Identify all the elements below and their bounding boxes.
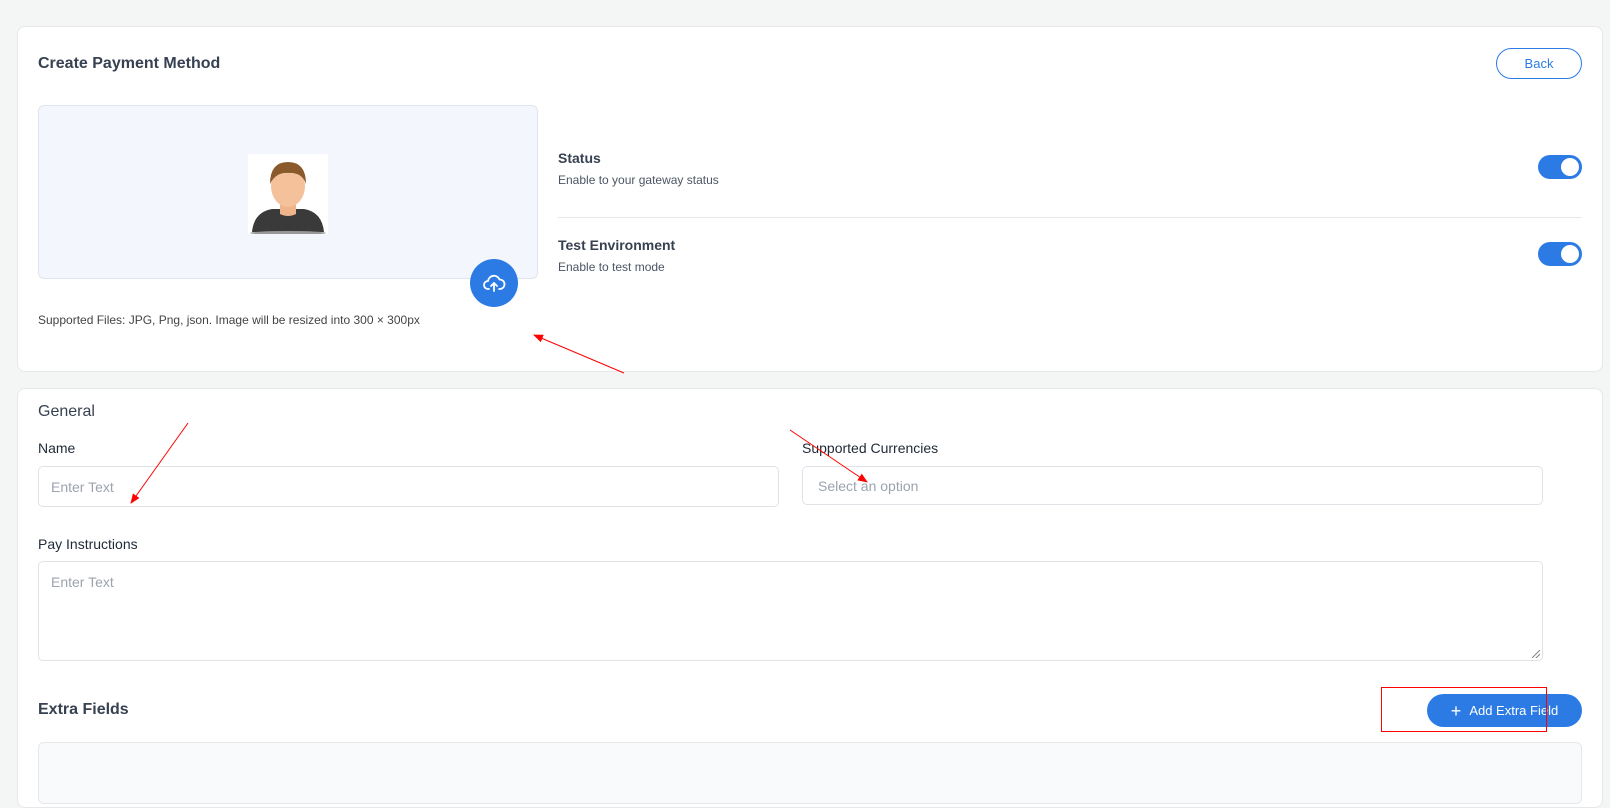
extra-fields-container: [38, 742, 1582, 804]
page-title: Create Payment Method: [38, 55, 221, 72]
upload-button[interactable]: [470, 259, 518, 307]
upload-hint: Supported Files: JPG, Png, json. Image w…: [38, 313, 420, 327]
image-upload-area[interactable]: [38, 105, 538, 279]
pay-instructions-textarea[interactable]: Enter Text: [38, 561, 1543, 661]
upload-cloud-icon: [482, 271, 506, 295]
name-label: Name: [38, 440, 76, 456]
name-input[interactable]: Enter Text: [38, 466, 779, 507]
create-payment-method-card: Create Payment Method Back Supported Fil…: [17, 26, 1603, 372]
instructions-placeholder: Enter Text: [51, 574, 114, 590]
test-environment-setting: Test Environment Enable to test mode: [558, 237, 1582, 297]
general-card: General Name Enter Text Supported Curren…: [17, 388, 1603, 808]
test-environment-toggle[interactable]: [1538, 242, 1582, 266]
supported-currencies-select[interactable]: Select an option: [802, 466, 1543, 505]
extra-fields-title: Extra Fields: [38, 701, 129, 718]
avatar-icon: [248, 154, 328, 235]
divider: [558, 217, 1582, 218]
general-section-title: General: [38, 403, 95, 420]
status-description: Enable to your gateway status: [558, 173, 719, 187]
pay-instructions-label: Pay Instructions: [38, 536, 138, 552]
test-environment-description: Enable to test mode: [558, 260, 665, 274]
resize-handle[interactable]: [1532, 650, 1540, 658]
name-placeholder: Enter Text: [51, 478, 114, 495]
currencies-placeholder: Select an option: [818, 477, 919, 494]
status-label: Status: [558, 150, 601, 166]
status-setting: Status Enable to your gateway status: [558, 150, 1582, 210]
back-button[interactable]: Back: [1496, 48, 1582, 79]
status-toggle[interactable]: [1538, 155, 1582, 179]
supported-currencies-label: Supported Currencies: [802, 440, 939, 456]
annotation-highlight-box: [1381, 687, 1547, 732]
test-environment-label: Test Environment: [558, 237, 676, 253]
